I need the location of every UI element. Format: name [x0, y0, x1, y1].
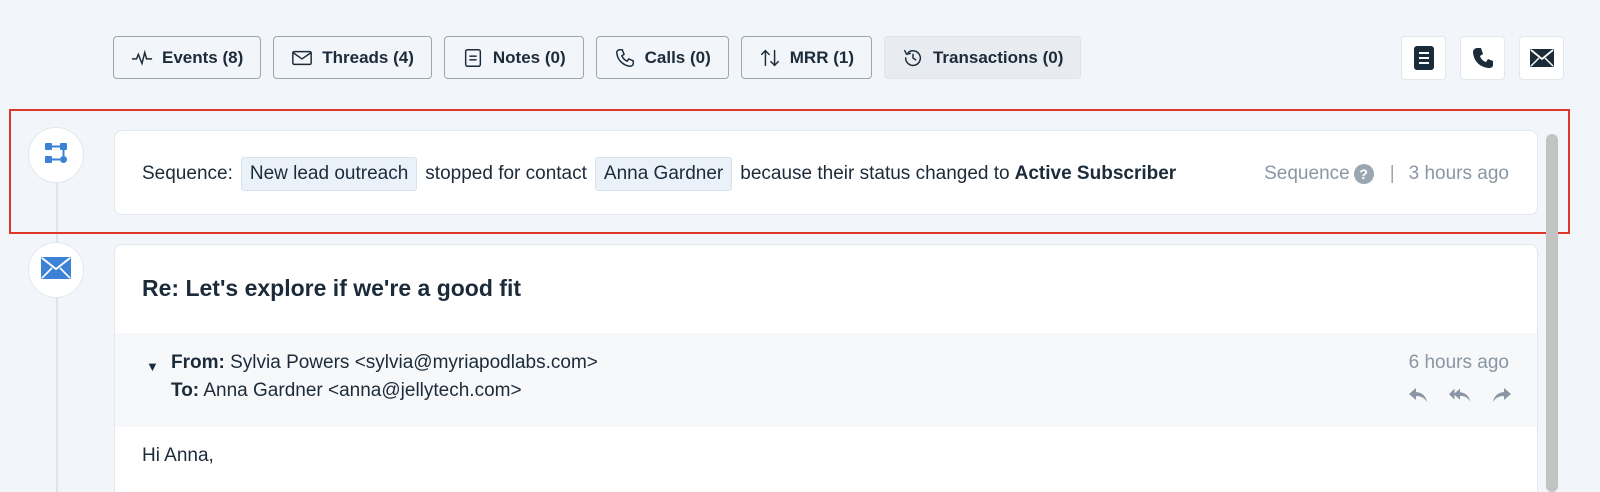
email-timestamp: 6 hours ago — [1408, 352, 1509, 373]
filter-label: Transactions (0) — [932, 47, 1064, 67]
reply-all-icon[interactable] — [1449, 385, 1471, 405]
filter-threads-button[interactable]: Threads (4) — [273, 36, 432, 79]
from-label: From: — [171, 352, 225, 373]
scrollbar[interactable] — [1546, 134, 1558, 492]
email-from-line: From: Sylvia Powers <sylvia@myriapodlabs… — [171, 352, 598, 374]
timeline-sequence-marker — [28, 127, 84, 183]
sequence-event-meta: Sequence ? | 3 hours ago — [1264, 131, 1509, 216]
phone-solid-icon — [1471, 46, 1495, 70]
send-email-button[interactable] — [1519, 36, 1564, 80]
filter-label: Notes (0) — [492, 47, 566, 67]
forward-icon[interactable] — [1491, 385, 1513, 405]
filter-events-button[interactable]: Events (8) — [113, 36, 262, 79]
mail-solid-icon — [1529, 48, 1555, 68]
sequence-event-card: Sequence: New lead outreach stopped for … — [114, 130, 1538, 215]
filter-calls-button[interactable]: Calls (0) — [595, 36, 729, 79]
mail-icon — [40, 256, 72, 285]
timeline-email-marker — [28, 242, 84, 298]
sequence-prefix: Sequence: — [142, 162, 233, 184]
contact-name-chip[interactable]: Anna Gardner — [594, 156, 733, 191]
event-timestamp: 3 hours ago — [1408, 162, 1509, 184]
sequence-icon — [44, 142, 68, 169]
collapse-caret-icon[interactable]: ▼ — [146, 359, 159, 374]
note-solid-icon — [1413, 45, 1435, 71]
meta-separator: | — [1389, 162, 1395, 184]
from-value: Sylvia Powers <sylvia@myriapodlabs.com> — [230, 352, 598, 373]
email-header: ▼ From: Sylvia Powers <sylvia@myriapodla… — [115, 333, 1537, 427]
status-value: Active Subscriber — [1014, 162, 1177, 184]
activity-page: Events (8) Threads (4) Notes (0) Calls (… — [0, 0, 1600, 492]
filter-label: Events (8) — [162, 47, 244, 67]
email-to-line: To: Anna Gardner <anna@jellytech.com> — [171, 380, 522, 402]
email-body: Hi Anna, — [142, 445, 214, 466]
add-note-button[interactable] — [1401, 36, 1446, 80]
help-icon[interactable]: ? — [1353, 163, 1374, 184]
history-icon — [902, 47, 924, 69]
event-source-label: Sequence — [1264, 162, 1350, 184]
sequence-suffix-text: because their status changed to — [740, 162, 1010, 184]
filter-label: MRR (1) — [789, 47, 854, 67]
quick-actions — [1401, 36, 1564, 80]
sequence-event-text: Sequence: New lead outreach stopped for … — [142, 131, 1176, 216]
reply-icon[interactable] — [1407, 385, 1429, 405]
note-icon — [462, 47, 484, 69]
filter-notes-button[interactable]: Notes (0) — [443, 36, 584, 79]
filter-label: Calls (0) — [644, 47, 711, 67]
sequence-middle-text: stopped for contact — [425, 162, 587, 184]
activity-filter-bar: Events (8) Threads (4) Notes (0) Calls (… — [113, 36, 1082, 79]
email-subject[interactable]: Re: Let's explore if we're a good fit — [142, 275, 521, 302]
filter-transactions-button[interactable]: Transactions (0) — [883, 36, 1082, 79]
filter-mrr-button[interactable]: MRR (1) — [740, 36, 872, 79]
email-event-card[interactable]: Re: Let's explore if we're a good fit ▼ … — [114, 244, 1538, 492]
activity-icon — [131, 47, 153, 69]
phone-outline-icon — [614, 47, 636, 69]
mail-outline-icon — [291, 47, 313, 69]
timeline-line — [56, 182, 58, 492]
filter-label: Threads (4) — [322, 47, 414, 67]
arrows-up-down-icon — [759, 47, 781, 69]
sequence-name-chip[interactable]: New lead outreach — [240, 156, 418, 191]
to-value: Anna Gardner <anna@jellytech.com> — [203, 380, 522, 401]
to-label: To: — [171, 380, 200, 401]
log-call-button[interactable] — [1460, 36, 1505, 80]
email-actions — [1407, 385, 1513, 405]
